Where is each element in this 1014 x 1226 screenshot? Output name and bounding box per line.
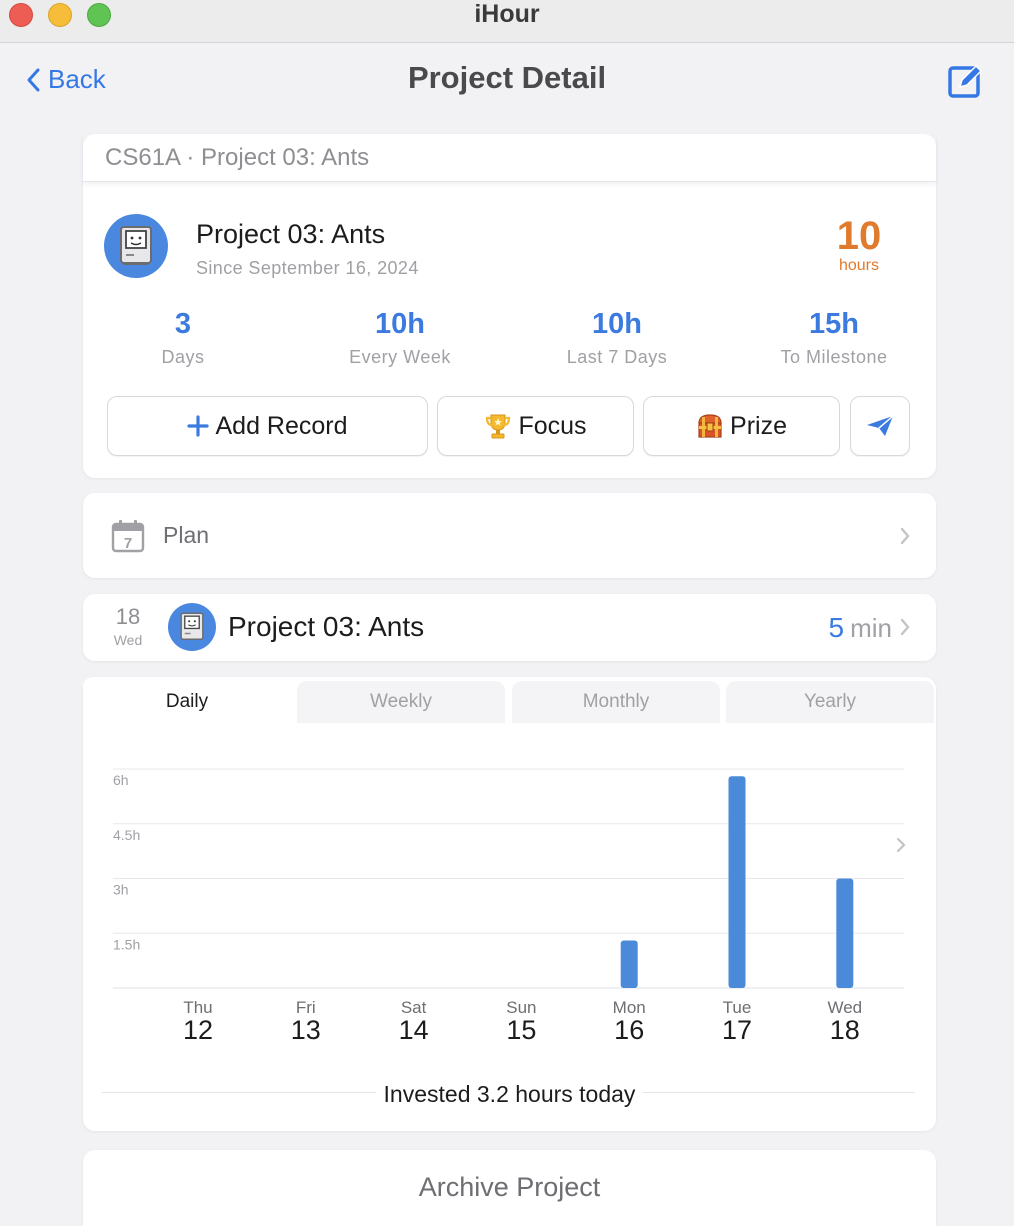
record-duration: 5 min [829,612,892,644]
record-weekday: Wed [113,632,143,648]
chevron-right-icon [896,837,906,853]
stat-label: Days [161,347,205,367]
edit-button[interactable] [946,62,984,100]
stat-value: 15h [809,308,859,340]
plan-label: Plan [163,522,210,548]
focus-label: Focus [518,411,587,440]
title-bar: iHour [0,0,1014,43]
add-record-button[interactable]: Add Record [107,396,428,456]
stat-value: 3 [174,308,192,340]
y-tick-label: 6h [113,772,129,788]
calendar-icon: 7 [111,519,145,552]
x-tick-day: 12 [183,1015,213,1045]
archive-project-label: Archive Project [418,1172,601,1202]
chevron-right-icon [900,618,910,636]
tab-monthly[interactable]: Monthly [512,681,720,723]
total-hours-value: 10 [836,214,882,258]
record-duration-unit: min [850,613,892,643]
project-summary-card: CS61A · Project 03: Ants Project 03: Ant… [83,134,936,478]
square-pencil-icon [948,64,983,98]
x-tick-day: 14 [399,1015,429,1045]
prize-label: Prize [730,411,787,440]
stat-value: 10h [375,308,425,340]
paper-plane-icon [867,415,894,436]
period-tabs: Weekly Monthly Yearly Daily [83,677,936,723]
tab-daily[interactable]: Daily [83,677,291,723]
recent-record-row[interactable]: 18 Wed Project 03: Ants 5 min [83,594,936,661]
bar-tue [728,776,746,988]
archive-project-button[interactable]: Archive Project [83,1150,936,1226]
record-avatar [168,603,216,651]
classic-mac-icon [120,226,152,265]
stat-every-week: 10h Every Week [300,308,500,368]
x-tick-day: 17 [722,1015,752,1045]
record-duration-value: 5 [828,612,845,643]
record-project-name: Project 03: Ants [228,611,425,642]
window-title: iHour [474,0,540,28]
project-since: Since September 16, 2024 [196,258,419,278]
stat-to-milestone: 15h To Milestone [734,308,934,368]
record-date: 18 Wed [105,604,151,648]
project-avatar [104,214,168,278]
chevron-right-icon [900,527,910,544]
stat-label: Every Week [349,347,451,367]
record-day: 18 [115,604,141,629]
chart-card: Weekly Monthly Yearly Daily 1.5h 3h 4.5h 6h… [83,677,936,1131]
x-tick-day: 16 [614,1015,644,1045]
prize-button[interactable]: Prize [643,396,840,456]
stat-days: 3 Days [83,308,283,368]
treasure-chest-icon [696,413,724,439]
bar-mon [620,940,638,988]
stat-last-7-days: 10h Last 7 Days [517,308,717,368]
stat-value: 10h [592,308,642,340]
stat-label: To Milestone [780,347,888,367]
tab-yearly[interactable]: Yearly [726,681,934,723]
page-title: Project Detail [407,60,607,95]
invested-summary: Invested 3.2 hours today [83,1081,936,1108]
y-tick-label: 1.5h [113,936,140,952]
stat-label: Last 7 Days [566,347,668,367]
classic-mac-icon [180,612,204,640]
tab-weekly[interactable]: Weekly [297,681,505,723]
y-tick-label: 4.5h [113,827,140,843]
trophy-icon [484,412,512,440]
y-tick-label: 3h [113,882,129,898]
nav-bar: Back Project Detail [0,44,1014,120]
daily-bar-chart: 1.5h3h4.5h6hThu12Fri13Sat14Sun15Mon16Tue… [113,768,906,1045]
project-name: Project 03: Ants [196,219,386,249]
x-tick-day: 13 [291,1015,321,1045]
focus-button[interactable]: Focus [437,396,634,456]
add-record-label: Add Record [215,411,348,440]
invested-text: Invested 3.2 hours today [375,1081,644,1107]
calendar-icon-day: 7 [124,535,132,552]
plus-icon [187,415,210,437]
total-hours-label: hours [838,257,880,274]
x-tick-day: 15 [506,1015,536,1045]
plan-row[interactable]: 7 Plan [83,493,936,578]
share-button[interactable] [850,396,910,456]
bar-wed [836,878,854,988]
project-category: CS61A · Project 03: Ants [83,134,936,182]
x-tick-day: 18 [830,1015,860,1045]
